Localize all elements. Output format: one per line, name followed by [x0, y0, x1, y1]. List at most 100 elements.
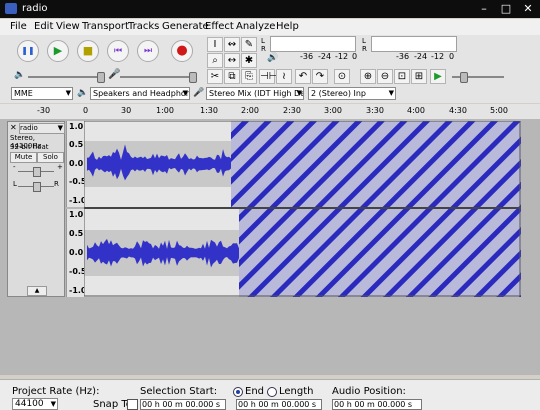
ruler-tick: 2:00 [241, 106, 259, 115]
scale-label: 1.0 [69, 210, 84, 219]
chevron-down-icon: ▼ [50, 400, 56, 408]
pencil-icon: ✎ [244, 39, 254, 50]
audio-position-time[interactable]: 00 h 00 m 00.000 s [332, 399, 422, 410]
selection-end-time[interactable]: 00 h 00 m 00.000 s [236, 399, 322, 410]
ruler-tick: 0 [83, 106, 89, 115]
menu-analyze[interactable]: Analyze [236, 21, 275, 32]
ruler-tick: 3:30 [366, 106, 384, 115]
playback-volume-slider[interactable] [28, 76, 103, 78]
trim-button[interactable]: ⊣⊢ [259, 69, 278, 84]
menu-generate[interactable]: Generate [162, 21, 209, 32]
skip-to-end-button[interactable]: ⏭ [137, 40, 159, 62]
mute-button[interactable]: Mute [10, 152, 37, 163]
collapse-track-button[interactable]: ▲ [27, 286, 47, 296]
paste-button[interactable]: ⎘ [241, 69, 257, 84]
scissors-icon: ✂ [210, 71, 220, 82]
record-level-meter[interactable] [270, 36, 356, 52]
collapse-icon: ▲ [34, 287, 40, 294]
channel-right-selection [239, 209, 521, 297]
fit-selection-button[interactable]: ⊡ [394, 69, 410, 84]
audio-host-select[interactable]: MME ▼ [11, 87, 73, 100]
solo-button[interactable]: Solo [37, 152, 64, 163]
menu-transport[interactable]: Transport [82, 21, 129, 32]
multi-tool[interactable]: ✱ [241, 53, 257, 68]
redo-button[interactable]: ↷ [312, 69, 328, 84]
end-radio[interactable] [233, 387, 243, 397]
redo-icon: ↷ [315, 71, 325, 82]
chevron-down-icon: ▼ [65, 89, 71, 97]
close-button[interactable]: ✕ [519, 2, 537, 15]
record-volume-slider[interactable] [120, 76, 195, 78]
play-button[interactable]: ▶ [47, 40, 69, 62]
record-meter-scale: -36 -24 -12 0 [300, 52, 358, 61]
selection-start-time[interactable]: 00 h 00 m 00.000 s [140, 399, 226, 410]
ruler-tick: -30 [37, 106, 51, 115]
menu-tracks[interactable]: Tracks [128, 21, 159, 32]
skip-to-start-button[interactable]: ⏮ [107, 40, 129, 62]
menu-effect[interactable]: Effect [205, 21, 234, 32]
playback-volume-knob[interactable] [97, 72, 105, 83]
title-bar: radio – □ ✕ [0, 0, 540, 18]
pan-knob[interactable] [33, 182, 41, 192]
gain-knob[interactable] [33, 167, 41, 177]
track-name-menu[interactable]: radio ▼ [19, 123, 65, 134]
scale-label: 1.0 [69, 122, 84, 131]
gain-plus-label: + [57, 163, 63, 171]
cut-button[interactable]: ✂ [207, 69, 223, 84]
menu-help[interactable]: Help [276, 21, 299, 32]
skip-end-icon: ⏭ [143, 46, 153, 56]
record-button[interactable]: ● [171, 40, 193, 62]
stop-icon: ■ [82, 44, 94, 57]
channel-left-selection [231, 121, 521, 207]
pause-button[interactable]: ❚❚ [17, 40, 39, 62]
play-at-speed-button[interactable]: ▶ [430, 69, 446, 84]
microphone-meter-icon: 🔊 [267, 53, 279, 63]
waveform-display[interactable] [84, 121, 521, 297]
recording-device-select[interactable]: Stereo Mix (IDT High Def ▼ [206, 87, 304, 100]
playback-device-select[interactable]: Speakers and Headphone ▼ [90, 87, 190, 100]
project-rate-select[interactable]: 44100 ▼ [12, 398, 58, 410]
ruler-tick: 30 [121, 106, 132, 115]
playback-level-meter[interactable] [371, 36, 457, 52]
maximize-button[interactable]: □ [497, 2, 515, 15]
zoom-out-button[interactable]: ⊖ [377, 69, 393, 84]
sync-lock-button[interactable]: ⊙ [334, 69, 350, 84]
minimize-button[interactable]: – [475, 2, 493, 15]
snap-to-checkbox[interactable] [127, 399, 138, 410]
envelope-tool[interactable]: ↭ [224, 37, 240, 52]
device-toolbar: MME ▼ 🔈 Speakers and Headphone ▼ 🎤 Stereo … [0, 85, 540, 103]
fit-project-button[interactable]: ⊞ [411, 69, 427, 84]
record-volume-knob[interactable] [189, 72, 197, 83]
ruler-tick: 1:30 [200, 106, 218, 115]
record-icon: ● [176, 43, 188, 58]
play-at-speed-icon: ▶ [434, 71, 442, 82]
silence-button[interactable]: ≀ [276, 69, 292, 84]
ruler-tick: 3:00 [324, 106, 342, 115]
undo-button[interactable]: ↶ [295, 69, 311, 84]
length-radio[interactable] [267, 387, 277, 397]
menu-view[interactable]: View [56, 21, 80, 32]
menu-edit[interactable]: Edit [34, 21, 53, 32]
asterisk-icon: ✱ [244, 55, 254, 66]
amplitude-scale-right: 1.0 0.5 0.0 -0.5 -1.0 [66, 209, 87, 297]
selection-toolbar: Project Rate (Hz): 44100 ▼ Snap To Select… [0, 379, 540, 410]
draw-tool[interactable]: ✎ [241, 37, 257, 52]
copy-button[interactable]: ⧉ [224, 69, 240, 84]
menu-bar: File Edit View Transport Tracks Generate… [0, 19, 540, 35]
timeshift-tool[interactable]: ↔ [224, 53, 240, 68]
recording-channels-select[interactable]: 2 (Stereo) Inp ▼ [308, 87, 396, 100]
copy-icon: ⧉ [228, 71, 236, 82]
timeline-ruler[interactable]: -30 0 30 1:00 1:30 2:00 2:30 3:00 3:30 4… [0, 104, 540, 120]
zoom-in-button[interactable]: ⊕ [360, 69, 376, 84]
play-speed-knob[interactable] [460, 72, 468, 83]
microphone-icon: 🎤 [108, 69, 121, 80]
zoom-tool[interactable]: ⌕ [207, 53, 223, 68]
track-close-icon[interactable]: ✕ [10, 123, 17, 132]
play-meter-r: R [362, 45, 367, 53]
trim-icon: ⊣⊢ [260, 71, 278, 82]
selection-tool[interactable]: I [207, 37, 223, 52]
stop-button[interactable]: ■ [77, 40, 99, 62]
pan-left-label: L [13, 180, 17, 188]
speaker-device-icon: 🔈 [77, 88, 89, 98]
menu-file[interactable]: File [10, 21, 27, 32]
